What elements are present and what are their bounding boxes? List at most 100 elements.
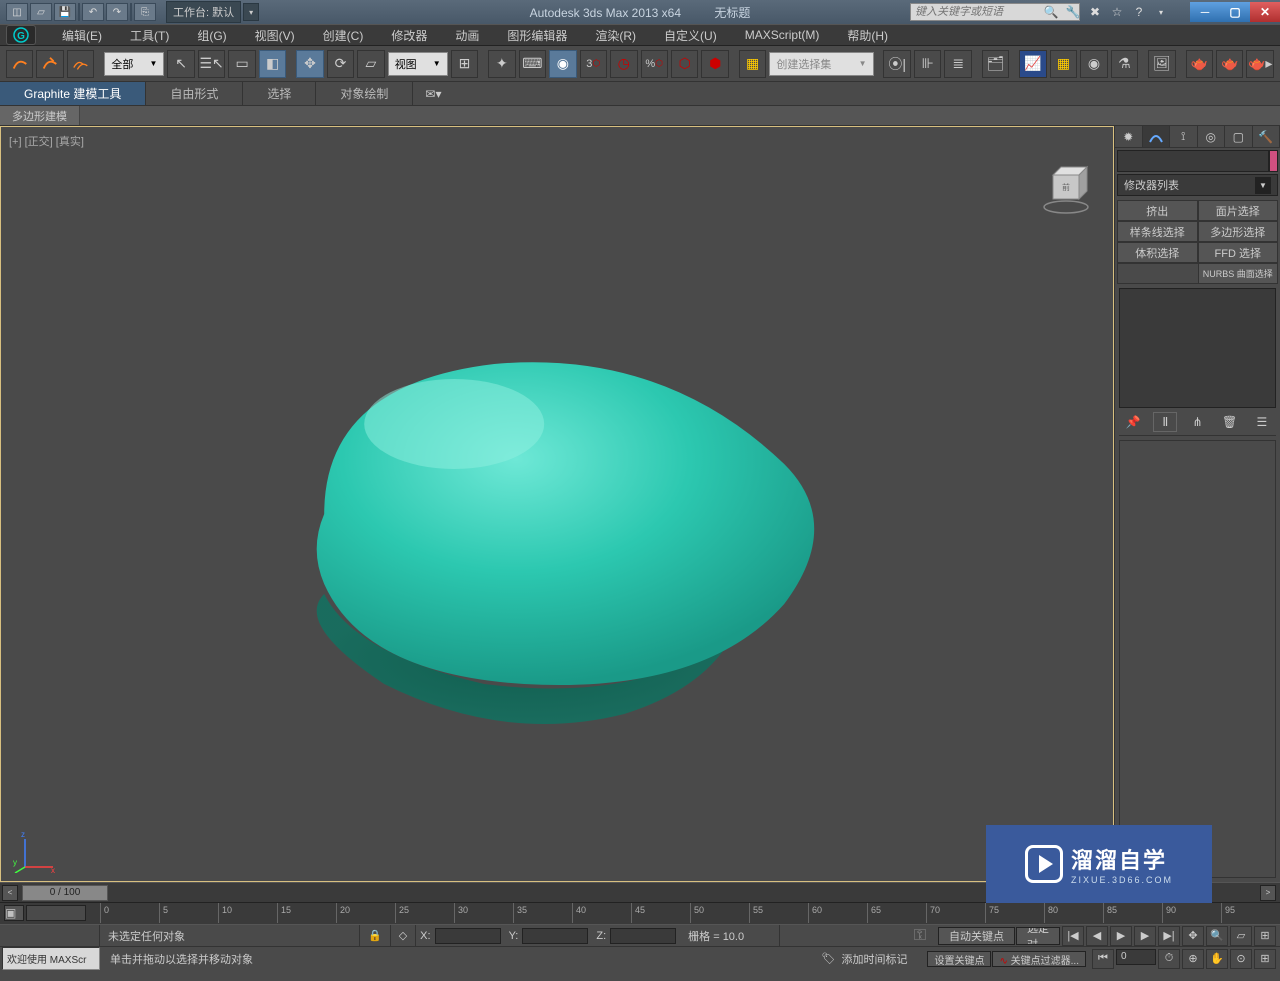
- prev-frame-icon[interactable]: ◀: [1086, 926, 1108, 946]
- key-mode-icon[interactable]: ⚿: [914, 927, 926, 945]
- viewport-label[interactable]: [+] [正交] [真实]: [9, 133, 84, 149]
- select-name-icon[interactable]: ☰↖: [198, 50, 225, 78]
- maxscript-listener[interactable]: 欢迎使用 MAXScr: [2, 947, 100, 970]
- menu-customize[interactable]: 自定义(U): [650, 25, 731, 46]
- nav-pan-icon[interactable]: ✥: [1182, 926, 1204, 946]
- qat-link-icon[interactable]: ⎘: [134, 3, 156, 21]
- ribbon-tab-paint[interactable]: 对象绘制: [316, 82, 413, 105]
- nav-all-icon[interactable]: ⊞: [1254, 926, 1276, 946]
- window-crossing-icon[interactable]: ◧: [259, 50, 286, 78]
- link-icon[interactable]: [6, 50, 33, 78]
- key-filter-button[interactable]: ∿ 关键点过滤器...: [992, 951, 1086, 967]
- help-icon[interactable]: ?: [1130, 3, 1148, 21]
- mirror-icon[interactable]: ⦿|: [883, 50, 910, 78]
- align-icon[interactable]: ⊪: [914, 50, 941, 78]
- lock-icon[interactable]: 🔒: [360, 925, 391, 946]
- menu-graph[interactable]: 图形编辑器: [493, 25, 581, 46]
- mod-ffd-select[interactable]: FFD 选择: [1198, 242, 1279, 263]
- qat-undo-icon[interactable]: ↶: [82, 3, 104, 21]
- selection-filter-dropdown[interactable]: 全部▼: [104, 52, 164, 76]
- minimize-button[interactable]: ─: [1190, 2, 1220, 22]
- select-region-icon[interactable]: ▭: [228, 50, 255, 78]
- material-icon[interactable]: ◉: [1080, 50, 1107, 78]
- goto-start-icon[interactable]: |◀: [1062, 926, 1084, 946]
- edge-snap-icon[interactable]: ⬢: [701, 50, 728, 78]
- time-config-icon[interactable]: ⏱: [1158, 949, 1180, 969]
- schematic-icon[interactable]: ▦: [1050, 50, 1077, 78]
- percent-snap-icon[interactable]: %⬡: [641, 50, 668, 78]
- key-icon[interactable]: 🔧: [1064, 3, 1082, 21]
- layers-icon[interactable]: ≣: [944, 50, 971, 78]
- nav-max-icon[interactable]: ⊞: [1254, 949, 1276, 969]
- tb-toggle-icon[interactable]: ▣: [4, 905, 24, 921]
- key-prev-icon[interactable]: ⏮: [1092, 949, 1114, 969]
- bind-icon[interactable]: [67, 50, 94, 78]
- subribbon-polymod[interactable]: 多边形建模: [0, 106, 80, 125]
- selected-button[interactable]: 选定对: [1016, 927, 1060, 945]
- qat-redo-icon[interactable]: ↷: [106, 3, 128, 21]
- star-icon[interactable]: ☆: [1108, 3, 1126, 21]
- tab-modify-icon[interactable]: [1143, 126, 1171, 147]
- angle-snap-icon[interactable]: ◷: [610, 50, 637, 78]
- menu-views[interactable]: 视图(V): [241, 25, 309, 46]
- params-rollout[interactable]: [1119, 440, 1276, 878]
- ts-left-icon[interactable]: <: [2, 885, 18, 901]
- menu-group[interactable]: 组(G): [183, 25, 240, 46]
- tab-hierarchy-icon[interactable]: ⟟: [1170, 126, 1198, 147]
- pin-stack-icon[interactable]: 📌: [1121, 412, 1145, 432]
- tab-motion-icon[interactable]: ◎: [1198, 126, 1226, 147]
- configure-icon[interactable]: ☰: [1250, 412, 1274, 432]
- iso-icon[interactable]: ◇: [391, 925, 416, 946]
- qat-open-icon[interactable]: ▱: [30, 3, 52, 21]
- next-frame-icon[interactable]: ▶: [1134, 926, 1156, 946]
- app-logo-icon[interactable]: G: [6, 25, 36, 45]
- mod-patch-select[interactable]: 面片选择: [1198, 200, 1279, 221]
- maximize-button[interactable]: ▢: [1220, 2, 1250, 22]
- mod-vol-select[interactable]: 体积选择: [1117, 242, 1198, 263]
- menu-modifiers[interactable]: 修改器: [377, 25, 441, 46]
- qat-new-icon[interactable]: ◫: [6, 3, 28, 21]
- menu-help[interactable]: 帮助(H): [833, 25, 902, 46]
- ribbon-tab-graphite[interactable]: Graphite 建模工具: [0, 82, 146, 105]
- rotate-icon[interactable]: ⟳: [327, 50, 354, 78]
- modifier-list-dropdown[interactable]: 修改器列表▼: [1117, 174, 1278, 196]
- track-bar[interactable]: ▣ 05101520253035404550556065707580859095: [0, 902, 1280, 924]
- select-icon[interactable]: ↖: [167, 50, 194, 78]
- unlink-icon[interactable]: [36, 50, 63, 78]
- remove-mod-icon[interactable]: 🗑: [1218, 412, 1242, 432]
- ribbon-envelope-icon[interactable]: ✉▾: [413, 82, 453, 105]
- render-last-icon[interactable]: 🫖▸: [1246, 50, 1273, 78]
- play-icon[interactable]: ▶: [1110, 926, 1132, 946]
- workspace-arrow-icon[interactable]: ▾: [243, 3, 259, 21]
- frame-input[interactable]: [1116, 949, 1156, 965]
- tab-display-icon[interactable]: ▢: [1225, 126, 1253, 147]
- x-field[interactable]: [435, 928, 501, 944]
- curve-editor-icon[interactable]: 📈: [1019, 50, 1046, 78]
- snap-2d-icon[interactable]: ◉: [549, 50, 576, 78]
- render-frame-icon[interactable]: 🖼: [1148, 50, 1175, 78]
- goto-end-icon[interactable]: ▶|: [1158, 926, 1180, 946]
- tab-create-icon[interactable]: ✹: [1115, 126, 1143, 147]
- help-arrow-icon[interactable]: ▾: [1152, 3, 1170, 21]
- keyboard-shortcut-icon[interactable]: ⌨: [519, 50, 546, 78]
- pivot-icon[interactable]: ⊞: [451, 50, 478, 78]
- render-setup-icon[interactable]: ⚗: [1111, 50, 1138, 78]
- nav-walk-icon[interactable]: ⊙: [1230, 949, 1252, 969]
- close-button[interactable]: ✕: [1250, 2, 1280, 22]
- menu-create[interactable]: 创建(C): [309, 25, 378, 46]
- ribbon-tab-freeform[interactable]: 自由形式: [146, 82, 243, 105]
- menu-tools[interactable]: 工具(T): [116, 25, 183, 46]
- manipulate-icon[interactable]: ✦: [488, 50, 515, 78]
- add-time-tag[interactable]: 添加时间标记: [841, 951, 927, 967]
- modifier-stack[interactable]: [1119, 288, 1276, 408]
- menu-animation[interactable]: 动画: [441, 25, 493, 46]
- menu-maxscript[interactable]: MAXScript(M): [731, 26, 834, 44]
- workspace-dropdown[interactable]: 工作台: 默认: [166, 1, 241, 23]
- y-field[interactable]: [522, 928, 588, 944]
- layer-manager-icon[interactable]: 🗂: [982, 50, 1009, 78]
- object-color-swatch[interactable]: [1269, 150, 1278, 172]
- named-sel-icon[interactable]: ▦: [739, 50, 766, 78]
- viewport[interactable]: [+] [正交] [真实] 前: [0, 126, 1114, 882]
- ts-right-icon[interactable]: >: [1260, 885, 1276, 901]
- ribbon-tab-selection[interactable]: 选择: [243, 82, 316, 105]
